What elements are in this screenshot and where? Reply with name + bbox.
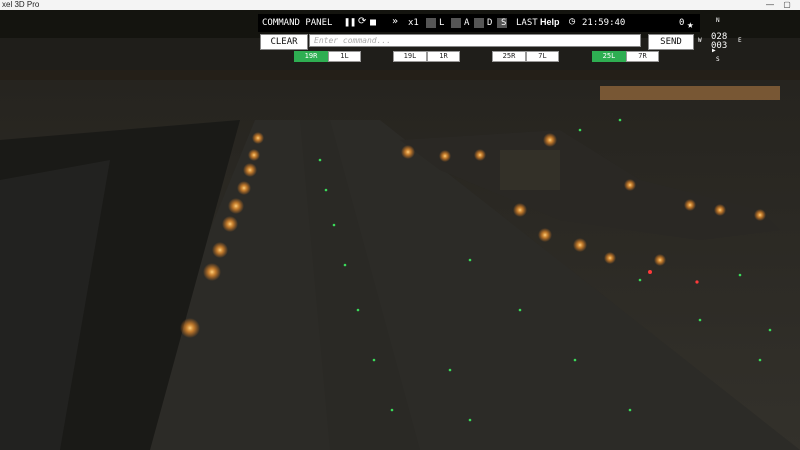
- runway-25l-button[interactable]: 25L: [592, 51, 626, 62]
- compass-south: S: [716, 56, 720, 63]
- minimize-icon[interactable]: —: [763, 0, 777, 10]
- toggle-a-box[interactable]: [451, 18, 461, 28]
- window-titlebar: xel 3D Pro — ▢: [0, 0, 800, 10]
- clear-button[interactable]: CLEAR: [260, 34, 308, 50]
- star-icon[interactable]: ★: [687, 18, 694, 31]
- runway-7r-button[interactable]: 7R: [626, 51, 659, 62]
- command-input[interactable]: [309, 34, 641, 47]
- runway-19l-button[interactable]: 19L: [393, 51, 427, 62]
- compass-arrow-icon: ▶: [712, 47, 716, 54]
- camera-icon[interactable]: ■: [370, 17, 376, 28]
- maximize-icon[interactable]: ▢: [780, 0, 794, 10]
- clock-time: 21:59:40: [582, 18, 626, 28]
- help-button[interactable]: Help: [540, 17, 560, 27]
- runway-1l-button[interactable]: 1L: [328, 51, 361, 62]
- command-panel: COMMAND PANEL ❚❚ ⟳ ■ » x1 L A D S LAST H…: [258, 14, 700, 32]
- airport-3d-view[interactable]: [0, 10, 800, 450]
- fast-forward-icon[interactable]: »: [392, 16, 398, 27]
- runway-7l-button[interactable]: 7L: [526, 51, 559, 62]
- toggle-l-label: L: [439, 18, 445, 28]
- send-button[interactable]: SEND: [648, 34, 694, 50]
- toggle-d-box[interactable]: [474, 18, 484, 28]
- toggle-s-label: S: [501, 18, 507, 28]
- runway-25r-button[interactable]: 25R: [492, 51, 526, 62]
- runway-1r-button[interactable]: 1R: [427, 51, 460, 62]
- compass-west: W: [698, 37, 702, 44]
- last-button[interactable]: LAST: [516, 18, 538, 28]
- speed-multiplier[interactable]: x1: [408, 18, 419, 28]
- toggle-d-label: D: [487, 18, 493, 28]
- window-title: xel 3D Pro: [2, 0, 40, 9]
- star-count: 0: [679, 18, 685, 28]
- refresh-icon[interactable]: ⟳: [358, 16, 366, 27]
- panel-title: COMMAND PANEL: [262, 18, 333, 28]
- compass-north: N: [716, 17, 720, 24]
- compass-east: E: [738, 37, 742, 44]
- airport-scene: [0, 10, 800, 450]
- toggle-a-label: A: [464, 18, 470, 28]
- pause-icon[interactable]: ❚❚: [344, 17, 356, 28]
- runway-19r-button[interactable]: 19R: [294, 51, 328, 62]
- clock-icon: ◷: [569, 16, 576, 27]
- toggle-l-box[interactable]: [426, 18, 436, 28]
